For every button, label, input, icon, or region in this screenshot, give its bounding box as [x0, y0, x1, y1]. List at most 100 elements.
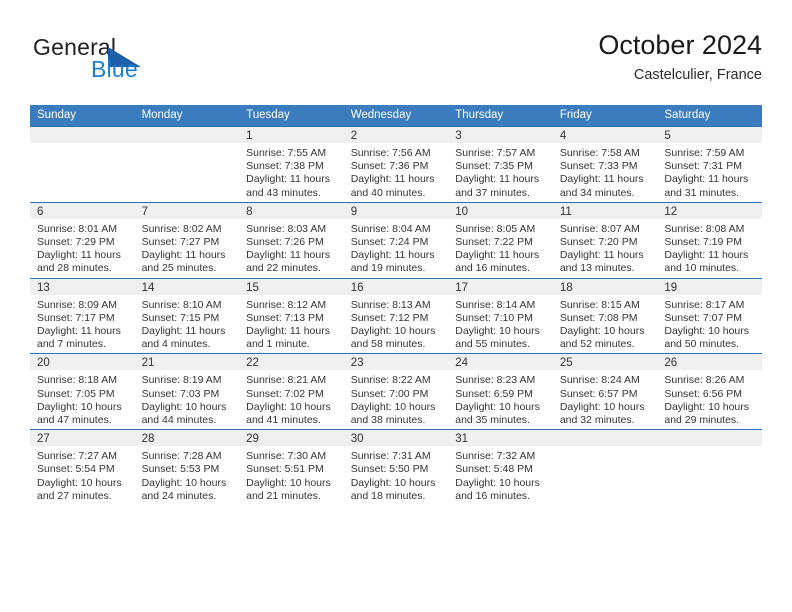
day-sun-info: Sunrise: 8:08 AM Sunset: 7:19 PM Daylight:…: [657, 219, 762, 278]
calendar-day-cell[interactable]: 14 Sunrise: 8:10 AM Sunset: 7:15 PM Dayligh…: [134, 277, 240, 354]
daylight-duration-line2: and 27 minutes.: [37, 489, 112, 502]
calendar-day-cell[interactable]: 17 Sunrise: 8:14 AM Sunset: 7:10 PM Dayligh…: [448, 277, 553, 354]
daylight-duration-line1: Daylight: 10 hours: [37, 400, 122, 413]
day-number: 1: [239, 127, 344, 143]
day-number: 27: [30, 430, 135, 447]
day-number: 20: [30, 354, 135, 371]
page-header: General Blue October 2024 Castelculier, …: [30, 28, 762, 96]
calendar-day-cell[interactable]: 1 Sunrise: 7:55 AM Sunset: 7:38 PM Daylight…: [239, 126, 344, 203]
day-number: 30: [343, 430, 449, 447]
calendar-day-cell[interactable]: 6 Sunrise: 8:01 AM Sunset: 7:29 PM Daylight…: [30, 201, 135, 279]
calendar-day-cell[interactable]: 15 Sunrise: 8:12 AM Sunset: 7:13 PM Dayligh…: [239, 277, 344, 354]
weekday-header-saturday: Saturday: [657, 105, 762, 127]
calendar-day-cell[interactable]: 29 Sunrise: 7:30 AM Sunset: 5:51 PM Dayligh…: [239, 429, 344, 506]
sunset-time: Sunset: 7:24 PM: [350, 236, 429, 249]
day-sun-info: Sunrise: 8:09 AM Sunset: 7:17 PM Daylight:…: [30, 295, 135, 354]
weekday-header-friday: Friday: [552, 105, 658, 127]
daylight-duration-line1: Daylight: 11 hours: [37, 249, 121, 262]
day-number: [657, 430, 762, 447]
sunrise-time: Sunrise: 8:08 AM: [664, 222, 745, 235]
calendar-day-cell[interactable]: 2 Sunrise: 7:56 AM Sunset: 7:36 PM Daylight…: [343, 126, 449, 203]
day-sun-info: Sunrise: 8:21 AM Sunset: 7:02 PM Daylight:…: [239, 370, 344, 429]
calendar-day-cell[interactable]: 19 Sunrise: 8:17 AM Sunset: 7:07 PM Dayligh…: [657, 277, 762, 354]
sunrise-time: Sunrise: 8:23 AM: [455, 374, 536, 387]
sunset-time: Sunset: 7:05 PM: [37, 387, 115, 400]
daylight-duration-line1: Daylight: 11 hours: [559, 173, 644, 186]
calendar-day-cell[interactable]: 8 Sunrise: 8:03 AM Sunset: 7:26 PM Daylight…: [239, 201, 344, 279]
day-number: 3: [448, 127, 553, 143]
daylight-duration-line1: Daylight: 10 hours: [559, 325, 645, 338]
sunset-time: Sunset: 5:54 PM: [37, 463, 115, 476]
daylight-duration-line1: Daylight: 10 hours: [350, 325, 436, 338]
day-sun-info: Sunrise: 8:05 AM Sunset: 7:22 PM Daylight:…: [448, 219, 553, 278]
daylight-duration-line1: Daylight: 11 hours: [664, 173, 749, 186]
calendar-week-row: 6 Sunrise: 8:01 AM Sunset: 7:29 PM Daylight…: [30, 201, 762, 279]
calendar-day-cell[interactable]: 11 Sunrise: 8:07 AM Sunset: 7:20 PM Dayligh…: [552, 201, 658, 279]
daylight-duration-line1: Daylight: 10 hours: [141, 476, 227, 489]
calendar-week-row: 1 Sunrise: 7:55 AM Sunset: 7:38 PM Daylight…: [30, 126, 762, 203]
calendar-day-cell[interactable]: 18 Sunrise: 8:15 AM Sunset: 7:08 PM Dayligh…: [552, 277, 658, 354]
daylight-duration-line2: and 13 minutes.: [559, 262, 635, 275]
daylight-duration-line2: and 29 minutes.: [664, 414, 740, 427]
daylight-duration-line2: and 22 minutes.: [246, 262, 321, 275]
daylight-duration-line2: and 34 minutes.: [559, 186, 635, 199]
page-title: October 2024: [598, 30, 762, 60]
weekday-header-row: Sunday Monday Tuesday Wednesday Thursday…: [30, 105, 762, 127]
day-number: 8: [239, 202, 344, 219]
daylight-duration-line1: Daylight: 11 hours: [37, 325, 121, 338]
calendar-day-cell[interactable]: 22 Sunrise: 8:21 AM Sunset: 7:02 PM Dayligh…: [239, 353, 344, 430]
sunset-time: Sunset: 7:27 PM: [141, 236, 220, 249]
daylight-duration-line2: and 41 minutes.: [246, 414, 321, 427]
daylight-duration-line2: and 31 minutes.: [664, 186, 740, 199]
daylight-duration-line2: and 44 minutes.: [141, 414, 217, 427]
calendar-day-cell[interactable]: 9 Sunrise: 8:04 AM Sunset: 7:24 PM Daylight…: [343, 201, 449, 279]
location-subtitle: Castelculier, France: [633, 67, 762, 83]
sunrise-time: Sunrise: 7:59 AM: [664, 147, 745, 159]
calendar-day-cell[interactable]: 13 Sunrise: 8:09 AM Sunset: 7:17 PM Dayligh…: [30, 277, 135, 354]
calendar-day-cell[interactable]: 20 Sunrise: 8:18 AM Sunset: 7:05 PM Dayligh…: [30, 353, 135, 430]
calendar-day-cell[interactable]: 3 Sunrise: 7:57 AM Sunset: 7:35 PM Daylight…: [448, 126, 553, 203]
calendar-day-cell[interactable]: 12 Sunrise: 8:08 AM Sunset: 7:19 PM Dayligh…: [657, 201, 762, 279]
calendar-day-cell[interactable]: 28 Sunrise: 7:28 AM Sunset: 5:53 PM Dayligh…: [134, 429, 240, 506]
sunset-time: Sunset: 7:19 PM: [664, 236, 743, 249]
calendar-day-cell[interactable]: 27 Sunrise: 7:27 AM Sunset: 5:54 PM Dayligh…: [30, 429, 135, 506]
calendar-day-cell[interactable]: 16 Sunrise: 8:13 AM Sunset: 7:12 PM Dayligh…: [343, 277, 449, 354]
sunset-time: Sunset: 7:38 PM: [246, 160, 324, 173]
daylight-duration-line1: Daylight: 11 hours: [455, 249, 540, 262]
sunset-time: Sunset: 7:02 PM: [246, 387, 324, 400]
day-sun-info: Sunrise: 7:32 AM Sunset: 5:48 PM Daylight:…: [448, 446, 553, 505]
calendar-day-cell[interactable]: 26 Sunrise: 8:26 AM Sunset: 6:56 PM Dayligh…: [657, 353, 762, 430]
daylight-duration-line2: and 4 minutes.: [141, 338, 211, 351]
daylight-duration-line1: Daylight: 10 hours: [455, 325, 540, 338]
daylight-duration-line1: Daylight: 11 hours: [455, 173, 540, 186]
calendar-day-cell[interactable]: 4 Sunrise: 7:58 AM Sunset: 7:33 PM Daylight…: [552, 126, 658, 203]
sunrise-time: Sunrise: 7:55 AM: [246, 147, 327, 159]
calendar-day-cell[interactable]: 10 Sunrise: 8:05 AM Sunset: 7:22 PM Dayligh…: [448, 201, 553, 279]
sunset-time: Sunset: 7:35 PM: [455, 160, 533, 173]
daylight-duration-line1: Daylight: 11 hours: [246, 325, 330, 338]
daylight-duration-line2: and 37 minutes.: [455, 186, 530, 199]
sunrise-time: Sunrise: 7:27 AM: [37, 450, 117, 463]
general-blue-logo[interactable]: General Blue: [33, 34, 253, 92]
day-number: 12: [657, 202, 762, 219]
sunrise-time: Sunrise: 8:19 AM: [141, 374, 222, 387]
day-sun-info: Sunrise: 7:56 AM Sunset: 7:36 PM Daylight:…: [344, 143, 449, 202]
daylight-duration-line2: and 18 minutes.: [350, 489, 426, 502]
sunset-time: Sunset: 7:12 PM: [350, 311, 429, 324]
day-number: 6: [30, 202, 135, 219]
calendar-day-cell[interactable]: 5 Sunrise: 7:59 AM Sunset: 7:31 PM Daylight…: [657, 126, 762, 203]
sunset-time: Sunset: 7:36 PM: [350, 160, 429, 173]
calendar-day-cell[interactable]: 30 Sunrise: 7:31 AM Sunset: 5:50 PM Dayligh…: [343, 429, 449, 506]
calendar-day-cell[interactable]: 25 Sunrise: 8:24 AM Sunset: 6:57 PM Dayligh…: [552, 353, 658, 430]
calendar-day-cell[interactable]: 23 Sunrise: 8:22 AM Sunset: 7:00 PM Dayligh…: [343, 353, 449, 430]
calendar-day-cell[interactable]: 7 Sunrise: 8:02 AM Sunset: 7:27 PM Daylight…: [134, 201, 240, 279]
day-sun-info: Sunrise: 7:27 AM Sunset: 5:54 PM Daylight:…: [30, 446, 135, 505]
day-number: 15: [239, 278, 344, 295]
calendar-day-cell[interactable]: 31 Sunrise: 7:32 AM Sunset: 5:48 PM Dayligh…: [448, 429, 553, 506]
daylight-duration-line1: Daylight: 10 hours: [664, 400, 750, 413]
calendar-day-cell[interactable]: 24 Sunrise: 8:23 AM Sunset: 6:59 PM Dayligh…: [448, 353, 553, 430]
sunrise-time: Sunrise: 8:07 AM: [559, 222, 640, 235]
calendar-day-cell[interactable]: 21 Sunrise: 8:19 AM Sunset: 7:03 PM Dayligh…: [134, 353, 240, 430]
day-sun-info: Sunrise: 7:58 AM Sunset: 7:33 PM Daylight:…: [553, 143, 658, 202]
sunrise-time: Sunrise: 7:57 AM: [455, 147, 536, 159]
